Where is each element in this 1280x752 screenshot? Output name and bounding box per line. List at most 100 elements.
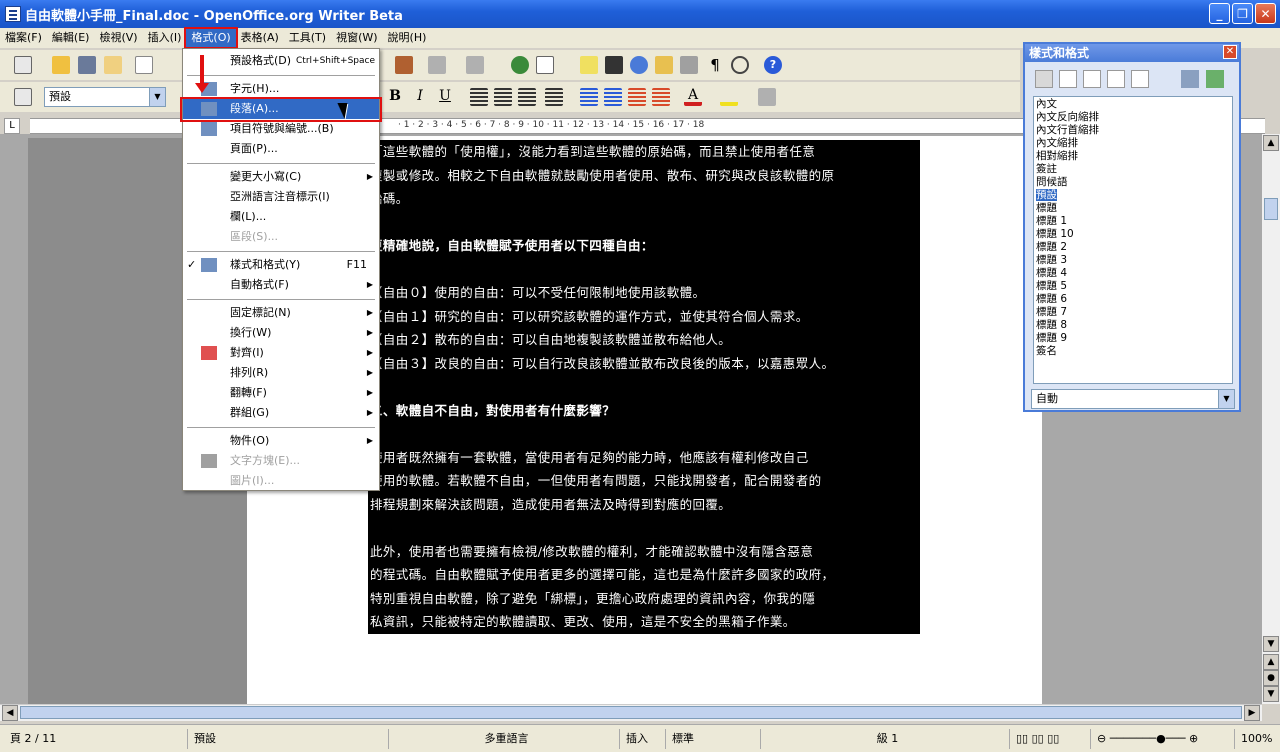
style-list-item[interactable]: 標題 6 <box>1036 293 1230 306</box>
menu-table[interactable]: 表格(A) <box>236 29 284 47</box>
align-left-icon[interactable] <box>470 88 488 106</box>
menu-view[interactable]: 檢視(V) <box>94 29 142 47</box>
style-list-item[interactable]: 標題 <box>1036 202 1230 215</box>
zoom-level[interactable]: 100% <box>1234 729 1280 749</box>
page-indicator[interactable]: 頁 2 / 11 <box>4 729 56 749</box>
menu-tools[interactable]: 工具(T) <box>284 29 331 47</box>
format-menu-item[interactable]: 預設格式(D) Ctrl+Shift+Space <box>183 51 379 71</box>
style-list-item[interactable]: 標題 8 <box>1036 319 1230 332</box>
style-list-item[interactable]: 內文行首縮排 <box>1036 124 1230 137</box>
save-icon[interactable] <box>78 56 96 74</box>
list-styles-icon[interactable] <box>1131 70 1149 88</box>
menu-help[interactable]: 說明(H) <box>383 29 432 47</box>
next-page-icon[interactable]: ▼ <box>1263 686 1279 702</box>
close-panel-icon[interactable]: ✕ <box>1223 45 1237 59</box>
style-list-item[interactable]: 內文縮排 <box>1036 137 1230 150</box>
style-list-item[interactable]: 標題 1 <box>1036 215 1230 228</box>
align-center-icon[interactable] <box>494 88 512 106</box>
format-menu-item[interactable]: 項目符號與編號...(B) <box>183 119 379 139</box>
bold-button[interactable]: B <box>385 88 405 104</box>
chevron-down-icon[interactable]: ▼ <box>149 88 165 106</box>
style-list-item[interactable]: 標題 5 <box>1036 280 1230 293</box>
redo-icon[interactable] <box>466 56 484 74</box>
vertical-scrollbar[interactable]: ▲ ▼ ▲ ● ▼ <box>1262 134 1280 704</box>
highlight-icon[interactable] <box>720 88 738 106</box>
italic-button[interactable]: I <box>410 88 430 104</box>
language-indicator[interactable]: 多重語言 <box>388 729 618 749</box>
underline-button[interactable]: U <box>435 88 455 104</box>
minimize-button[interactable]: _ <box>1209 3 1230 24</box>
data-sources-icon[interactable] <box>680 56 698 74</box>
format-menu-item[interactable]: ✓ 樣式和格式(Y) F11 <box>183 255 379 275</box>
previous-page-icon[interactable]: ▲ <box>1263 654 1279 670</box>
undo-icon[interactable] <box>428 56 446 74</box>
style-list-item[interactable]: 內文 <box>1036 98 1230 111</box>
insert-mode-indicator[interactable]: 插入 <box>619 729 664 749</box>
format-menu-item[interactable]: 物件(O) ▶ <box>183 431 379 451</box>
style-filter-combo[interactable]: 自動 ▼ <box>1031 389 1235 409</box>
maximize-button[interactable]: ❐ <box>1232 3 1253 24</box>
format-menu-item[interactable]: 翻轉(F) ▶ <box>183 383 379 403</box>
scroll-right-icon[interactable]: ▶ <box>1244 705 1260 721</box>
menu-window[interactable]: 視窗(W) <box>331 29 382 47</box>
format-menu-item[interactable]: 字元(H)... <box>183 79 379 99</box>
style-list-item[interactable]: 內文反向縮排 <box>1036 111 1230 124</box>
horizontal-scrollbar[interactable]: ◀ ▶ <box>0 704 1262 721</box>
format-menu-item[interactable]: 排列(R) ▶ <box>183 363 379 383</box>
format-menu-item[interactable]: 換行(W) ▶ <box>183 323 379 343</box>
scroll-left-icon[interactable]: ◀ <box>2 705 18 721</box>
table-icon[interactable] <box>536 56 554 74</box>
view-layout-icon[interactable]: ▯▯ ▯▯ ▯▯ <box>1009 729 1089 749</box>
horizontal-scroll-thumb[interactable] <box>20 706 1242 719</box>
zoom-icon[interactable] <box>731 56 749 74</box>
draw-icon[interactable] <box>580 56 598 74</box>
navigation-icon[interactable]: ● <box>1263 670 1279 686</box>
zoom-slider[interactable]: ⊖ ───────●─── ⊕ <box>1090 729 1230 749</box>
hyperlink-icon[interactable] <box>511 56 529 74</box>
style-list-item[interactable]: 簽註 <box>1036 163 1230 176</box>
format-menu-item[interactable]: 頁面(P)... <box>183 139 379 159</box>
menu-edit[interactable]: 編輯(E) <box>47 29 95 47</box>
help-icon[interactable]: ? <box>764 56 782 74</box>
styles-icon[interactable] <box>14 88 32 106</box>
style-list-item[interactable]: 標題 9 <box>1036 332 1230 345</box>
fill-format-icon[interactable] <box>1181 70 1199 88</box>
style-list-item[interactable]: 標題 4 <box>1036 267 1230 280</box>
selection-mode-indicator[interactable]: 標準 <box>665 729 710 749</box>
menu-file[interactable]: 檔案(F) <box>0 29 47 47</box>
vertical-scroll-thumb[interactable] <box>1264 198 1278 220</box>
navigator-icon[interactable] <box>630 56 648 74</box>
find-icon[interactable] <box>605 56 623 74</box>
paragraph-styles-icon[interactable] <box>1035 70 1053 88</box>
increase-indent-icon[interactable] <box>628 88 646 106</box>
decrease-indent-icon[interactable] <box>652 88 670 106</box>
background-color-icon[interactable] <box>758 88 776 106</box>
align-right-icon[interactable] <box>518 88 536 106</box>
email-icon[interactable] <box>104 56 122 74</box>
scroll-up-icon[interactable]: ▲ <box>1263 135 1279 151</box>
page-styles-icon[interactable] <box>1107 70 1125 88</box>
new-document-icon[interactable] <box>14 56 32 74</box>
font-color-icon[interactable]: A <box>684 88 702 106</box>
style-list-item[interactable]: 相對縮排 <box>1036 150 1230 163</box>
paragraph-style-combo[interactable]: 預設 ▼ <box>44 87 166 107</box>
character-styles-icon[interactable] <box>1059 70 1077 88</box>
format-menu-item[interactable]: 自動格式(F) ▶ <box>183 275 379 295</box>
paintbrush-icon[interactable] <box>395 56 413 74</box>
style-list-item[interactable]: 問候語 <box>1036 176 1230 189</box>
chevron-down-icon[interactable]: ▼ <box>1218 390 1234 408</box>
tab-stop-selector[interactable]: L <box>4 118 20 134</box>
open-icon[interactable] <box>52 56 70 74</box>
style-list-item[interactable]: 標題 7 <box>1036 306 1230 319</box>
gallery-icon[interactable] <box>655 56 673 74</box>
bullets-icon[interactable] <box>604 88 622 106</box>
style-list-item[interactable]: 標題 3 <box>1036 254 1230 267</box>
menu-format[interactable]: 格式(O) <box>184 27 238 49</box>
menu-insert[interactable]: 插入(I) <box>143 29 187 47</box>
format-menu-item[interactable]: 群組(G) ▶ <box>183 403 379 423</box>
justify-icon[interactable] <box>545 88 563 106</box>
format-menu-item[interactable]: 欄(L)... <box>183 207 379 227</box>
format-menu-item[interactable]: 對齊(I) ▶ <box>183 343 379 363</box>
frame-styles-icon[interactable] <box>1083 70 1101 88</box>
scroll-down-icon[interactable]: ▼ <box>1263 636 1279 652</box>
